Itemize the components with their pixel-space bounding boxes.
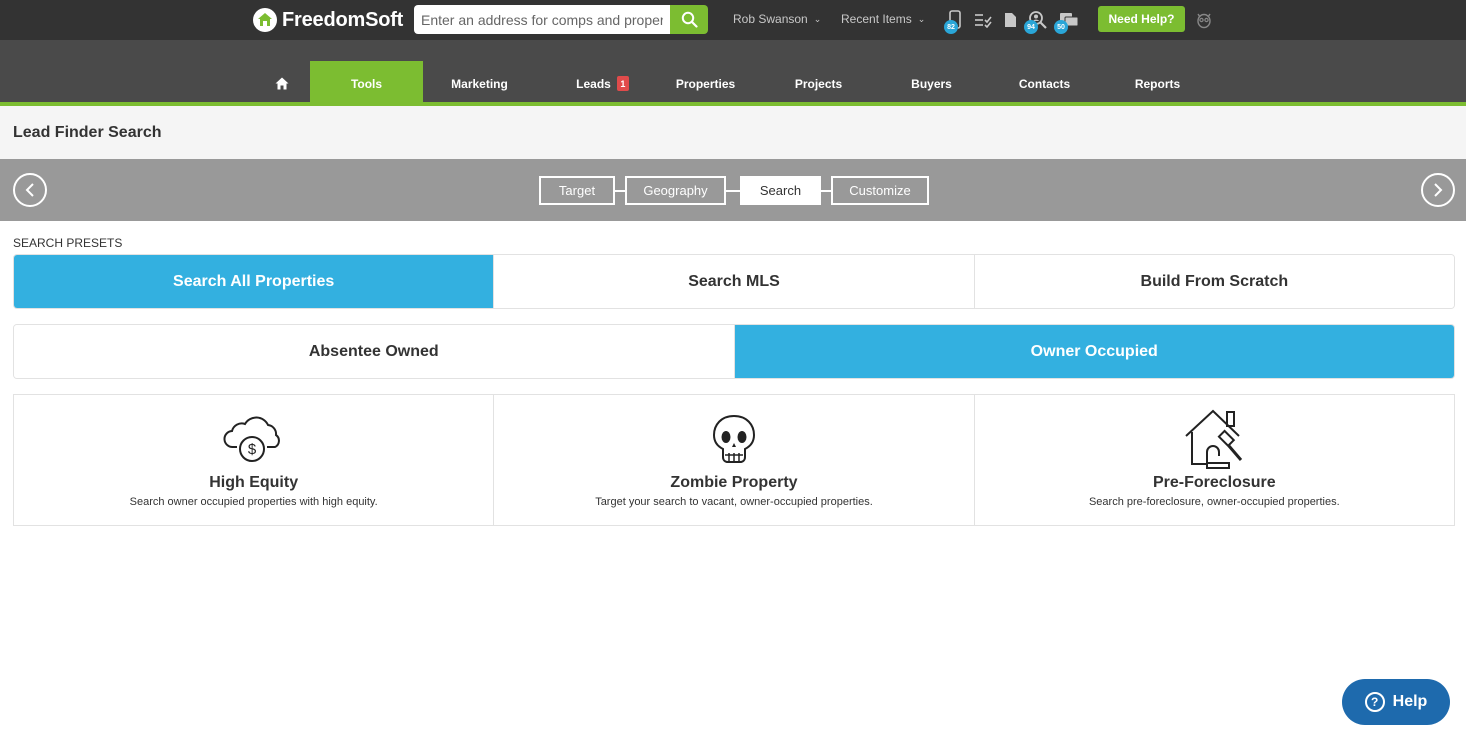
chevron-down-icon: ⌄ — [813, 13, 822, 24]
need-help-button[interactable]: Need Help? — [1098, 6, 1185, 32]
occupancy-selector: Absentee Owned Owner Occupied — [13, 324, 1455, 379]
search-icon — [681, 11, 698, 28]
brand-name: FreedomSoft — [282, 8, 404, 31]
nav-properties[interactable]: Properties — [649, 61, 762, 106]
wizard-connector — [821, 190, 831, 192]
owl-icon[interactable] — [1193, 9, 1215, 31]
nav-home[interactable] — [260, 61, 304, 106]
logo-house-icon — [253, 8, 277, 32]
card-title: Pre-Foreclosure — [1152, 474, 1276, 491]
search-button[interactable] — [670, 5, 708, 34]
card-high-equity[interactable]: $ High Equity Search owner occupied prop… — [14, 395, 495, 525]
phone-badge: 82 — [944, 20, 958, 34]
wizard-prev-button[interactable] — [13, 173, 47, 207]
home-icon — [275, 77, 289, 90]
page-title: Lead Finder Search — [13, 124, 162, 141]
card-description: Target your search to vacant, owner-occu… — [595, 496, 873, 508]
nav-contacts[interactable]: Contacts — [988, 61, 1101, 106]
main-nav: Tools Marketing Leads 1 Properties Proje… — [0, 40, 1466, 106]
help-label: Help — [1392, 693, 1428, 710]
cloud-dollar-icon: $ — [223, 409, 285, 469]
question-icon: ? — [1364, 692, 1385, 712]
house-gavel-icon — [1183, 409, 1245, 469]
nav-leads[interactable]: Leads 1 — [546, 61, 659, 106]
nav-buyers[interactable]: Buyers — [875, 61, 988, 106]
preset-absentee-owned[interactable]: Absentee Owned — [14, 325, 735, 378]
page-header: Lead Finder Search — [0, 106, 1466, 159]
user-menu-label: Rob Swanson — [733, 12, 808, 26]
nav-reports[interactable]: Reports — [1101, 61, 1214, 106]
recent-items-menu[interactable]: Recent Items ⌄ — [841, 12, 925, 26]
card-title: Zombie Property — [670, 474, 798, 491]
wizard-next-button[interactable] — [1421, 173, 1455, 207]
wizard-bar: Target Geography Search Customize — [0, 159, 1466, 221]
recent-items-label: Recent Items — [841, 12, 912, 26]
wizard-step-customize[interactable]: Customize — [831, 176, 929, 205]
user-menu[interactable]: Rob Swanson ⌄ — [733, 12, 821, 26]
preset-owner-occupied[interactable]: Owner Occupied — [734, 325, 1454, 378]
chevron-down-icon: ⌄ — [917, 13, 926, 24]
skull-icon — [703, 409, 765, 469]
card-title: High Equity — [209, 474, 299, 491]
freedomsoft-logo[interactable]: FreedomSoft — [253, 6, 403, 34]
svg-text:$: $ — [247, 441, 256, 458]
help-chat-button[interactable]: ? Help — [1342, 679, 1450, 725]
leads-count-badge: 1 — [616, 76, 629, 91]
preset-cards: $ High Equity Search owner occupied prop… — [13, 394, 1455, 526]
checklist-icon[interactable] — [972, 9, 994, 31]
search-presets-label: SEARCH PRESETS — [13, 236, 123, 250]
preset-search-all-properties[interactable]: Search All Properties — [14, 255, 495, 308]
preset-build-from-scratch[interactable]: Build From Scratch — [974, 255, 1454, 308]
card-pre-foreclosure[interactable]: Pre-Foreclosure Search pre-foreclosure, … — [974, 395, 1454, 525]
card-description: Search pre-foreclosure, owner-occupied p… — [1088, 496, 1340, 508]
top-bar: FreedomSoft Rob Swanson ⌄ Recent Items ⌄… — [0, 0, 1466, 40]
preset-search-mls[interactable]: Search MLS — [494, 255, 975, 308]
wizard-step-search[interactable]: Search — [740, 176, 821, 205]
chat-badge: 50 — [1054, 20, 1068, 34]
nav-marketing[interactable]: Marketing — [423, 61, 536, 106]
document-icon[interactable] — [999, 9, 1021, 31]
nav-tools[interactable]: Tools — [310, 61, 423, 106]
nav-leads-label: Leads — [576, 76, 611, 91]
lead-search-badge: 94 — [1024, 20, 1038, 34]
wizard-connector — [726, 190, 740, 192]
preset-type-selector: Search All Properties Search MLS Build F… — [13, 254, 1455, 309]
wizard-step-target[interactable]: Target — [539, 176, 615, 205]
card-zombie-property[interactable]: Zombie Property Target your search to va… — [494, 395, 975, 525]
nav-projects[interactable]: Projects — [762, 61, 875, 106]
wizard-step-geography[interactable]: Geography — [625, 176, 726, 205]
card-description: Search owner occupied properties with hi… — [129, 496, 378, 508]
address-search-input[interactable] — [414, 5, 670, 34]
chevron-right-icon — [1434, 183, 1443, 197]
wizard-connector — [615, 190, 625, 192]
chevron-left-icon — [25, 183, 34, 197]
